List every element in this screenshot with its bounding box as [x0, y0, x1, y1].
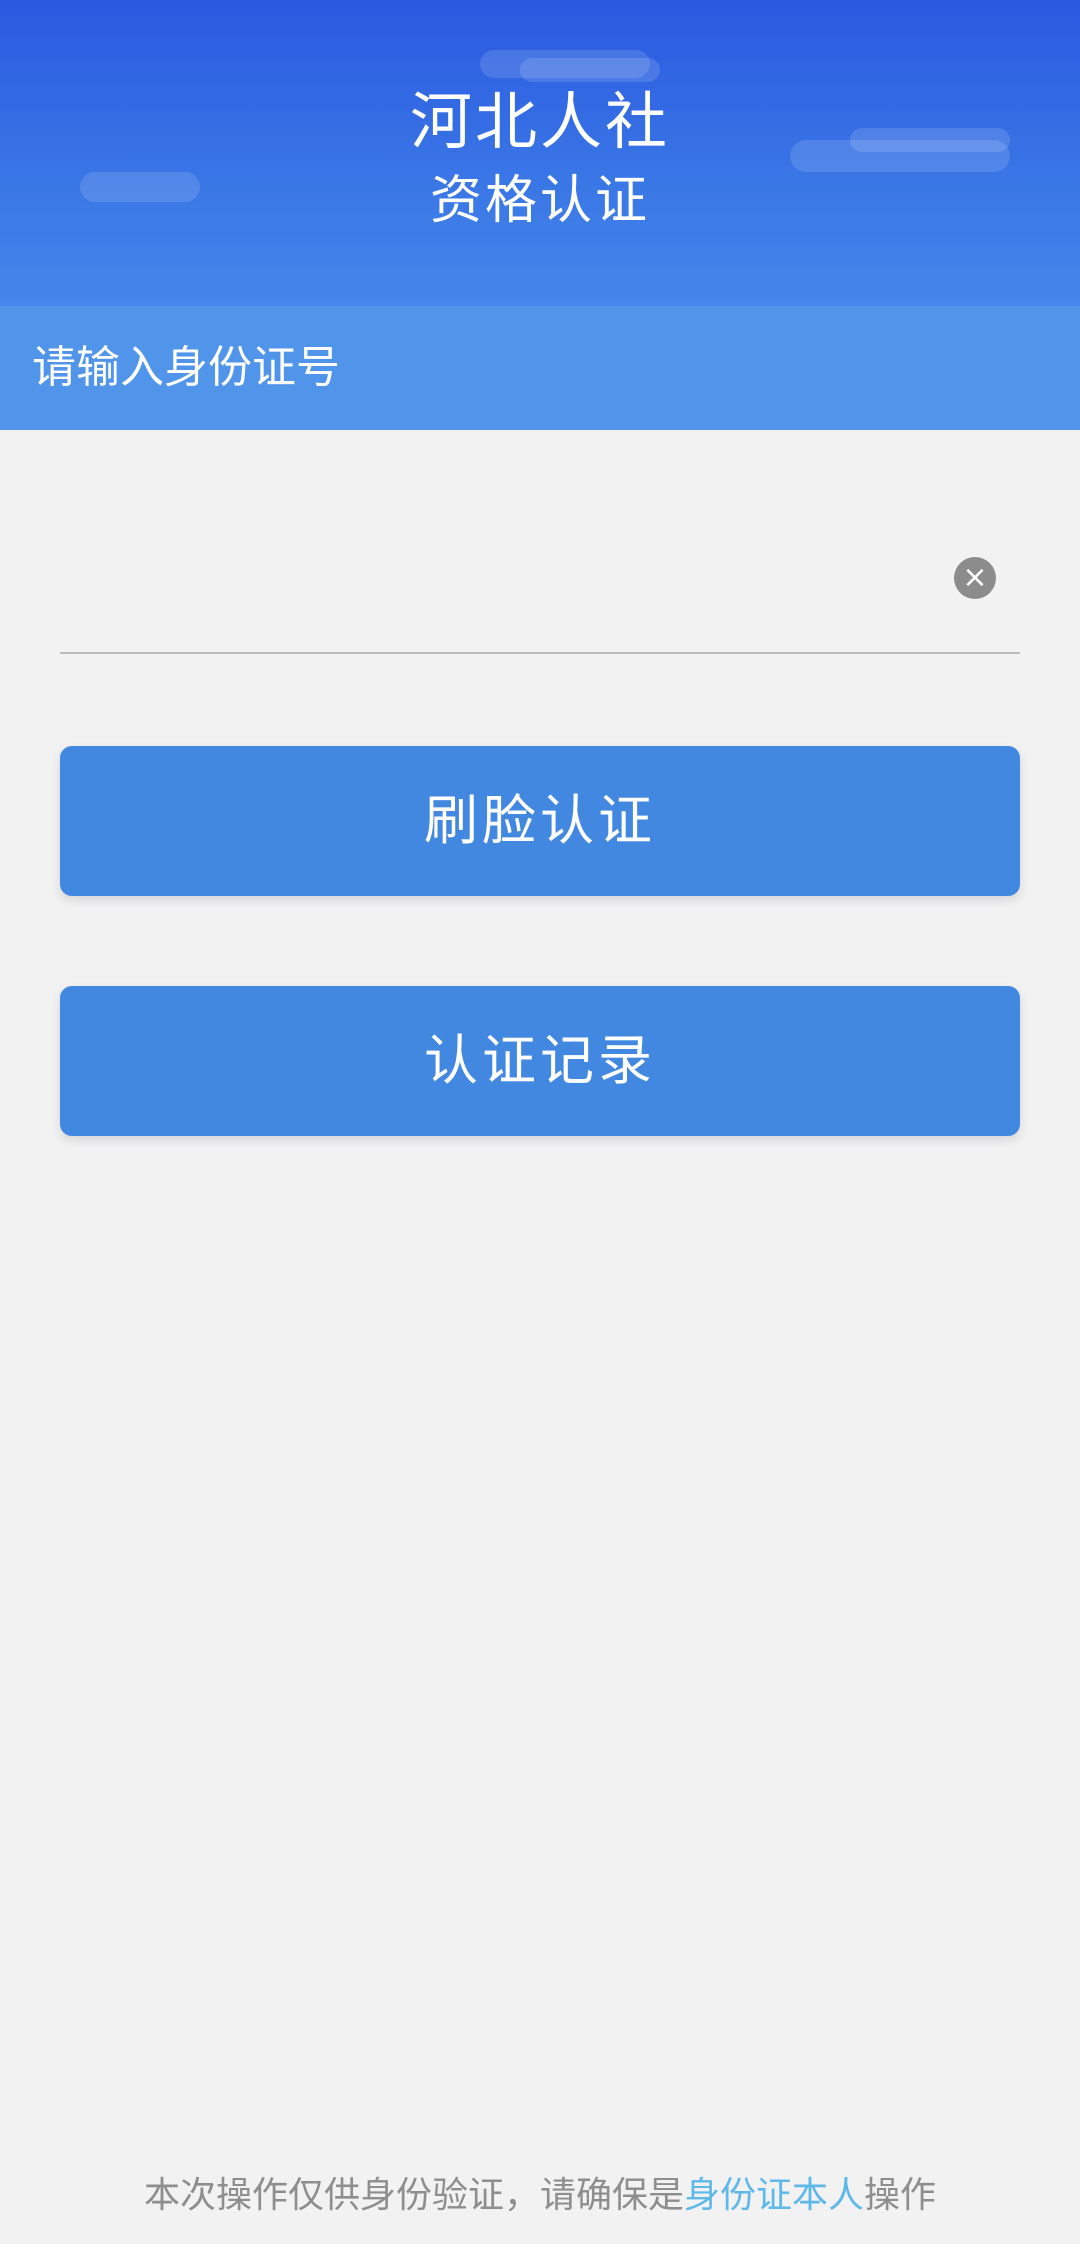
app-title: 河北人社 — [409, 85, 670, 158]
id-input-label: 请输入身份证号 — [32, 342, 340, 393]
clear-input-icon[interactable]: × — [954, 557, 996, 599]
cloud-decoration — [520, 58, 660, 82]
footer-link[interactable]: 身份证本人 — [684, 2175, 864, 2216]
auth-records-button[interactable]: 认证记录 — [60, 986, 1020, 1136]
id-number-input[interactable] — [60, 530, 944, 622]
footer-text-before: 本次操作仅供身份验证，请确保是 — [143, 2175, 684, 2216]
footer-notice: 本次操作仅供身份验证，请确保是身份证本人操作 — [0, 2168, 1080, 2224]
face-auth-button[interactable]: 刷脸认证 — [60, 746, 1020, 896]
id-input-banner: 请输入身份证号 — [0, 306, 1080, 430]
input-underline — [60, 652, 1020, 654]
app-header: 河北人社 资格认证 — [0, 0, 1080, 306]
app-subtitle: 资格认证 — [429, 171, 650, 231]
footer-text-after: 操作 — [864, 2175, 937, 2216]
